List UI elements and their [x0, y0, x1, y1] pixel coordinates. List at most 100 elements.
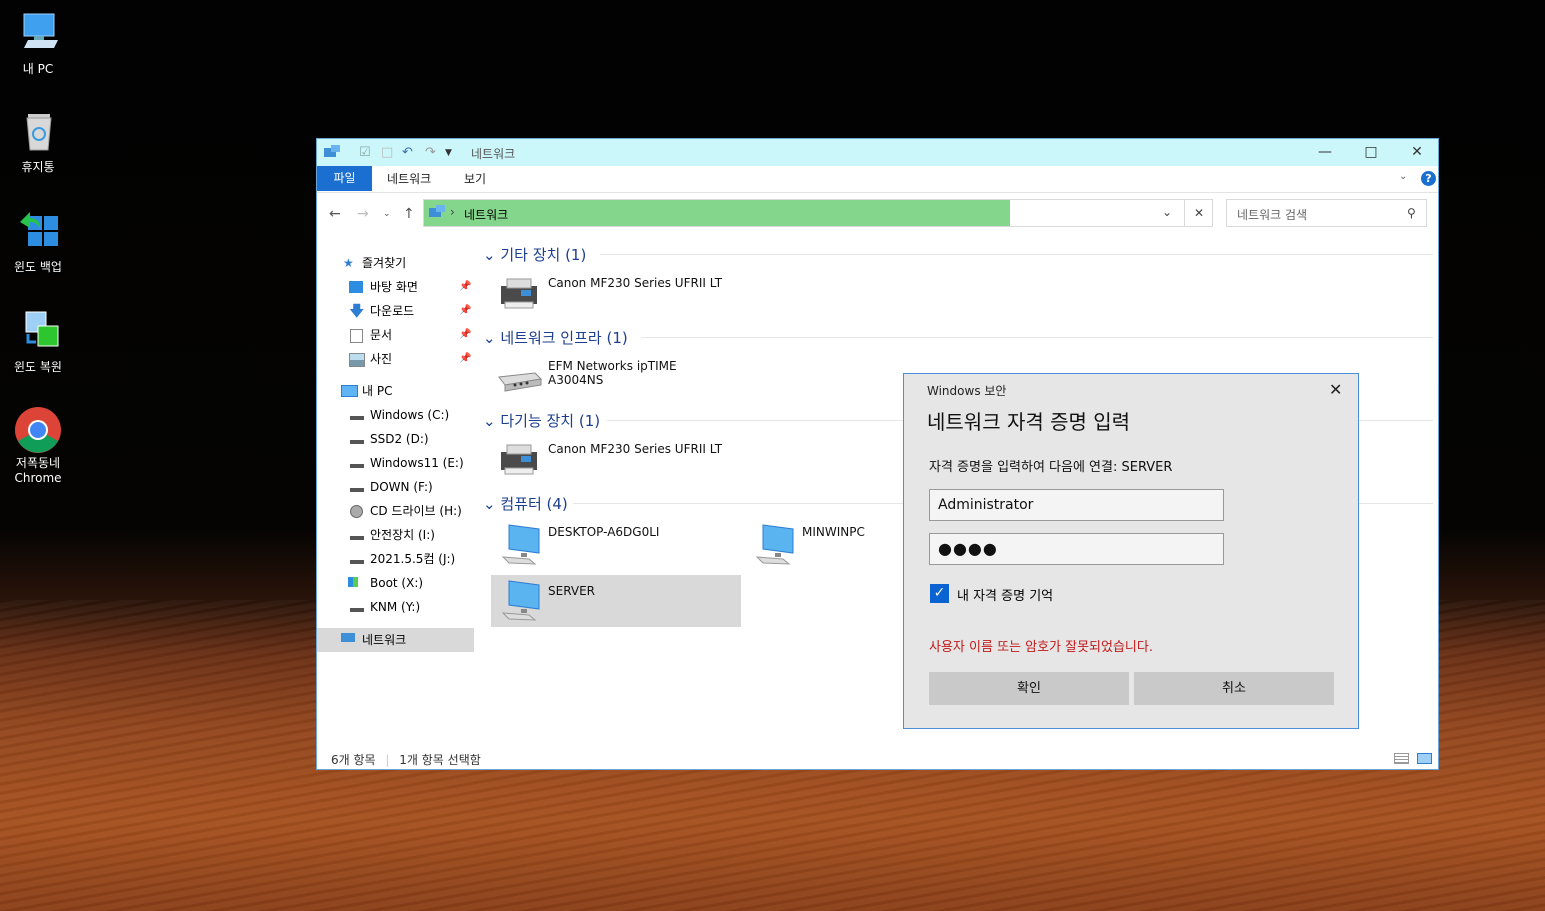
minimize-button[interactable]: — [1302, 139, 1348, 166]
ribbon-tabs: 파일 네트워크 보기 ⌄ ? [317, 166, 1438, 193]
tab-file[interactable]: 파일 [317, 166, 372, 191]
nav-quick-access[interactable]: ★ 즐겨찾기 [317, 252, 474, 274]
pin-icon[interactable]: 📌 [459, 324, 471, 346]
backup-icon [14, 208, 62, 256]
nav-drive-c[interactable]: Windows (C:) [317, 404, 474, 426]
address-dropdown-icon[interactable]: ⌄ [1162, 205, 1172, 219]
computer-icon [499, 579, 543, 624]
remember-label[interactable]: 내 자격 증명 기억 [957, 585, 1053, 604]
nav-documents[interactable]: 문서 📌 [317, 324, 474, 346]
device-name: EFM Networks ipTIME A3004NS [548, 359, 677, 387]
status-bar: 6개 항목 | 1개 항목 선택함 [331, 751, 481, 768]
computer-icon [753, 523, 797, 568]
recent-locations-icon[interactable]: ⌄ [383, 209, 391, 219]
password-value: ●●●● [938, 539, 998, 558]
monitor-icon [341, 385, 358, 397]
quick-access-dropdown-icon[interactable]: ▼ [445, 148, 452, 158]
help-icon[interactable]: ? [1421, 171, 1436, 186]
nav-drive-x[interactable]: Boot (X:) [317, 572, 474, 594]
device-item[interactable]: Canon MF230 Series UFRII LT [495, 438, 735, 490]
address-cancel-icon[interactable]: ✕ [1184, 200, 1213, 226]
details-view-icon[interactable] [1394, 753, 1409, 764]
computer-item[interactable]: DESKTOP-A6DG0LI [495, 521, 735, 573]
nav-drive-h[interactable]: CD 드라이브 (H:) [317, 500, 474, 522]
monitor-icon [14, 10, 62, 58]
nav-pictures[interactable]: 사진 📌 [317, 348, 474, 370]
nav-drive-i[interactable]: 안전장치 (I:) [317, 524, 474, 546]
desktop-icon-backup[interactable]: 윈도 백업 [2, 208, 74, 275]
close-button[interactable]: ✕ [1394, 139, 1440, 166]
nav-downloads[interactable]: 🡇 다운로드 📌 [317, 300, 474, 322]
desktop-icon-chrome[interactable]: 저폭동네 Chrome [2, 406, 74, 486]
pin-icon[interactable]: 📌 [459, 300, 471, 322]
group-label: ⌄ 기타 장치 (1) [483, 244, 586, 265]
remember-checkbox[interactable]: ✓ [930, 584, 949, 603]
dialog-subtitle: 자격 증명을 입력하여 다음에 연결: SERVER [929, 460, 1173, 475]
picture-icon [349, 353, 365, 367]
restore-icon [14, 308, 62, 356]
chevron-down-icon: ⌄ [483, 329, 501, 347]
nav-label: 다운로드 [370, 304, 415, 318]
group-header[interactable]: ⌄ 네트워크 인프라 (1) [483, 327, 1433, 349]
nav-label: 바탕 화면 [370, 280, 418, 294]
maximize-button[interactable]: □ [1348, 139, 1394, 166]
window-title: 네트워크 [471, 147, 516, 161]
tab-view[interactable]: 보기 [464, 170, 486, 187]
up-icon[interactable]: ↑ [403, 206, 415, 222]
address-text: 네트워크 [464, 208, 509, 222]
group-title: 네트워크 인프라 (1) [500, 329, 628, 347]
search-box[interactable]: 네트워크 검색 ⚲ [1226, 199, 1427, 227]
forward-icon[interactable]: → [357, 206, 369, 222]
nav-label: 네트워크 [362, 633, 407, 647]
nav-drive-y[interactable]: KNM (Y:) [317, 596, 474, 618]
chevron-down-icon: ⌄ [483, 412, 501, 430]
navigation-pane: ★ 즐겨찾기 바탕 화면 📌 🡇 다운로드 📌 문서 📌 사진 📌 내 PC Windows… [317, 232, 474, 757]
nav-drive-j[interactable]: 2021.5.5컴 (J:) [317, 548, 474, 570]
cd-drive-icon [350, 505, 363, 518]
redo-icon[interactable]: ↷ [425, 145, 436, 160]
computer-item-selected[interactable]: SERVER [491, 575, 741, 627]
properties-icon[interactable]: ☑ [359, 145, 371, 160]
desktop-folder-icon [349, 281, 363, 293]
nav-label: DOWN (F:) [370, 480, 433, 494]
nav-this-pc[interactable]: 내 PC [317, 380, 474, 402]
tab-network[interactable]: 네트워크 [387, 170, 431, 187]
back-icon[interactable]: ← [329, 206, 341, 222]
nav-label: Windows (C:) [370, 408, 450, 422]
breadcrumb-separator-icon: › [450, 205, 455, 219]
device-item[interactable]: Canon MF230 Series UFRII LT [495, 272, 735, 324]
document-icon [350, 329, 363, 343]
desktop-icon-restore[interactable]: 윈도 복원 [2, 308, 74, 375]
group-header[interactable]: ⌄ 기타 장치 (1) [483, 244, 1433, 266]
new-folder-icon[interactable]: □ [381, 145, 393, 160]
nav-network[interactable]: 네트워크 [317, 628, 474, 652]
password-field[interactable]: ●●●● [929, 533, 1224, 565]
device-item[interactable]: EFM Networks ipTIME A3004NS [495, 355, 735, 407]
star-icon: ★ [343, 256, 354, 270]
ok-button[interactable]: 확인 [929, 672, 1129, 705]
selected-count: 1개 항목 선택함 [399, 753, 481, 767]
address-row: ← → ⌄ ↑ › 네트워크 ⌄ ✕ 네트워크 검색 ⚲ [317, 193, 1438, 233]
undo-icon[interactable]: ↶ [402, 145, 413, 160]
ribbon-expand-icon[interactable]: ⌄ [1399, 171, 1407, 182]
nav-drive-f[interactable]: DOWN (F:) [317, 476, 474, 498]
nav-drive-e[interactable]: Windows11 (E:) [317, 452, 474, 474]
desktop-icon-recycle-bin[interactable]: 휴지통 [2, 108, 74, 175]
address-bar[interactable]: › 네트워크 ⌄ ✕ [423, 199, 1213, 227]
dialog-close-icon[interactable]: ✕ [1329, 380, 1342, 399]
chevron-down-icon: ⌄ [483, 495, 501, 513]
nav-label: Boot (X:) [370, 576, 424, 590]
pin-icon[interactable]: 📌 [459, 348, 471, 370]
drive-icon [350, 488, 364, 492]
desktop-icon-label: 윈도 복원 [14, 360, 62, 374]
pin-icon[interactable]: 📌 [459, 276, 471, 298]
cancel-button[interactable]: 취소 [1134, 672, 1334, 705]
nav-drive-d[interactable]: SSD2 (D:) [317, 428, 474, 450]
username-field[interactable]: Administrator [929, 489, 1224, 521]
nav-desktop[interactable]: 바탕 화면 📌 [317, 276, 474, 298]
desktop-icon-my-pc[interactable]: 내 PC [2, 10, 74, 77]
search-icon: ⚲ [1407, 206, 1416, 220]
download-icon: 🡇 [349, 302, 365, 320]
status-divider: | [385, 753, 390, 767]
large-icons-view-icon[interactable] [1417, 753, 1432, 764]
